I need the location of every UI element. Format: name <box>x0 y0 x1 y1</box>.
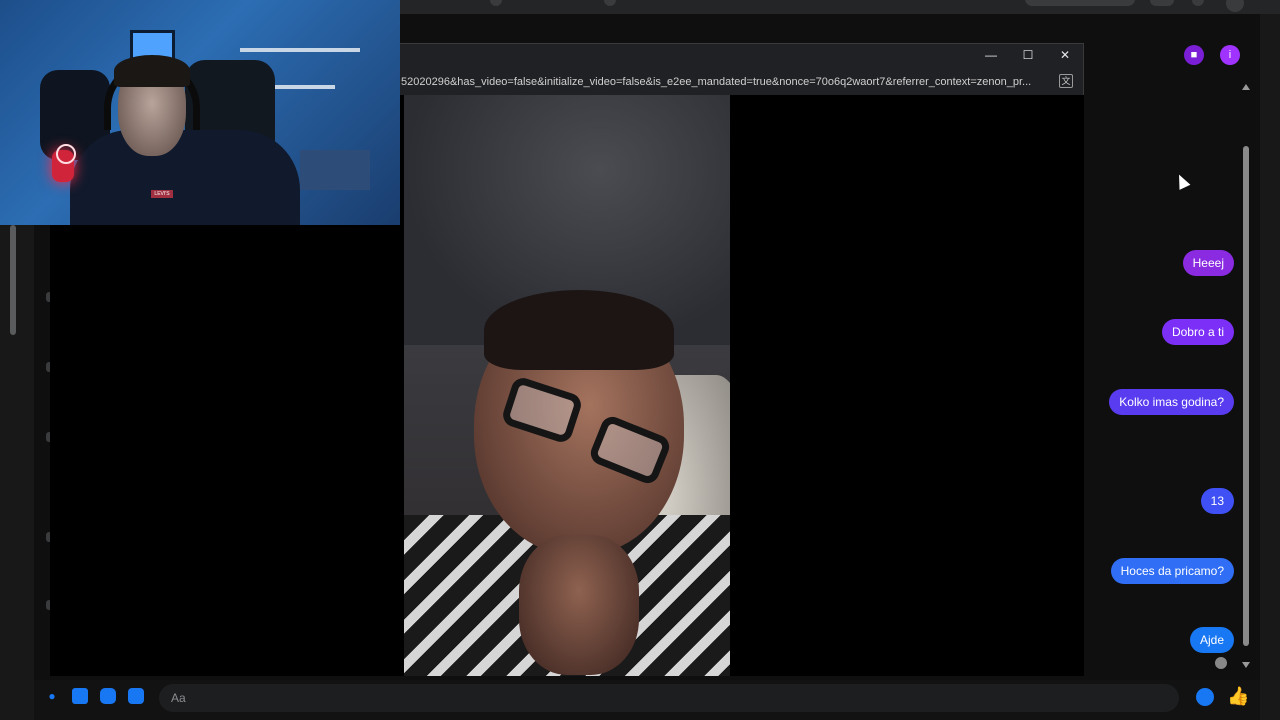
chat-scrollbar[interactable] <box>1240 80 1252 672</box>
top-icon[interactable] <box>604 0 616 6</box>
message-bubble[interactable]: Dobro a ti <box>1161 319 1234 345</box>
message-input[interactable]: Aa <box>159 684 1179 712</box>
image-icon[interactable] <box>72 688 88 704</box>
search-pill[interactable] <box>1025 0 1135 6</box>
messenger-app: ■ i Heeej Dobro a ti Kolko imas godina? … <box>0 0 1280 720</box>
url-bar[interactable]: 52020296&has_video=false&initialize_vide… <box>399 68 1083 96</box>
seen-avatar <box>1215 657 1227 669</box>
sticker-icon[interactable] <box>100 688 116 704</box>
minimize-icon[interactable]: — <box>981 48 1001 62</box>
left-scrollbar[interactable] <box>10 225 16 335</box>
window-titlebar: — ☐ ✕ <box>399 44 1083 68</box>
gif-icon[interactable] <box>128 688 144 704</box>
translate-icon[interactable]: 文 <box>1059 74 1073 88</box>
message-bubble[interactable]: Heeej <box>1182 250 1234 276</box>
notification-icon[interactable] <box>1192 0 1204 6</box>
profile-avatar[interactable] <box>1226 0 1244 12</box>
message-bubble[interactable]: Kolko imas godina? <box>1109 389 1234 415</box>
video-call-icon[interactable]: ■ <box>1184 45 1204 65</box>
emoji-icon[interactable] <box>1196 688 1214 706</box>
scroll-up-arrow-icon[interactable] <box>1242 84 1250 90</box>
message-bubble[interactable]: 13 <box>1200 488 1234 514</box>
message-bubble[interactable]: Hoces da pricamo? <box>1110 558 1234 584</box>
microphone-icon[interactable]: ● <box>44 688 60 704</box>
shirt-logo: LEVI'S <box>151 190 173 198</box>
menu-icon[interactable] <box>1150 0 1174 6</box>
remote-video-feed <box>404 95 730 676</box>
maximize-icon[interactable]: ☐ <box>1018 48 1038 62</box>
top-icon[interactable] <box>490 0 502 6</box>
close-icon[interactable]: ✕ <box>1055 48 1075 62</box>
like-icon[interactable]: 👍 <box>1227 686 1249 707</box>
message-composer: ● Aa 👍 <box>34 680 1260 720</box>
scroll-down-arrow-icon[interactable] <box>1242 662 1250 668</box>
message-bubble[interactable]: Ajde <box>1189 627 1234 653</box>
chat-header-actions: ■ i <box>1184 45 1240 65</box>
info-icon[interactable]: i <box>1220 45 1240 65</box>
scroll-thumb[interactable] <box>1243 146 1249 646</box>
streamer-webcam-overlay: LEVI'S <box>0 0 400 225</box>
